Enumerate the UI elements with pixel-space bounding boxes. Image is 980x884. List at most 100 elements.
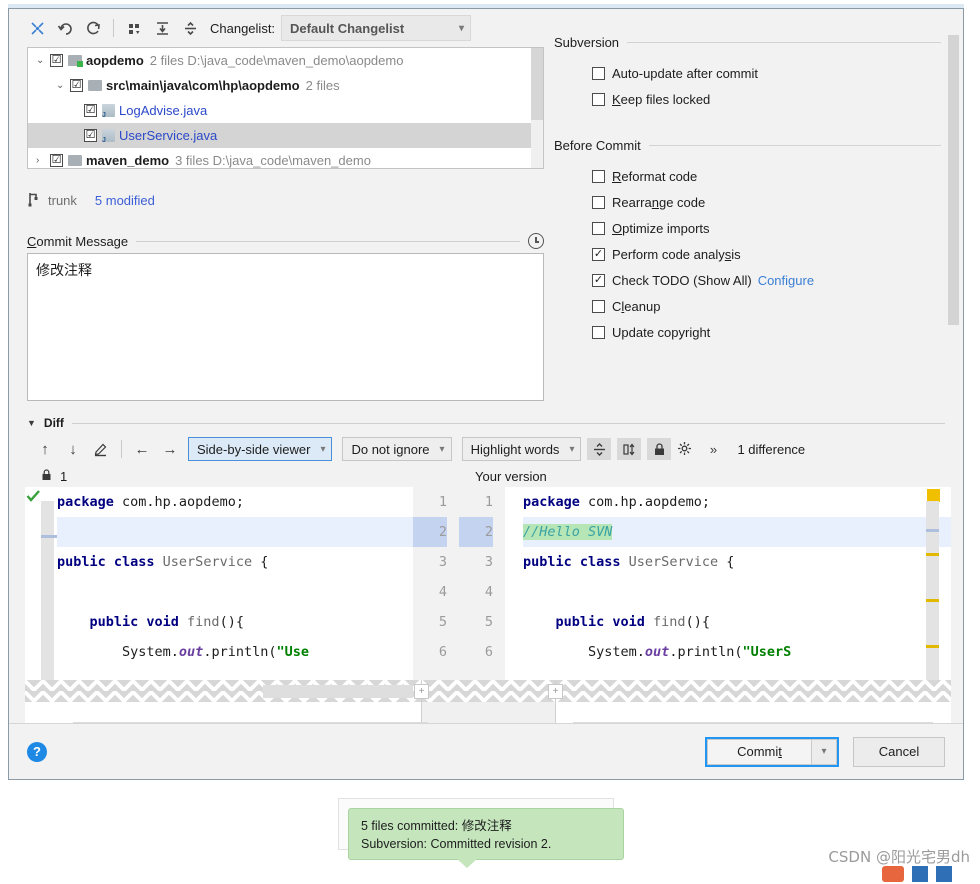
commit-notification[interactable]: 5 files committed: 修改注释 Subversion: Comm… [348,808,624,868]
option-rearrange-code[interactable]: Rearrange code [554,189,941,215]
divider [627,42,941,43]
option-label: Rearrange code [612,194,706,210]
diff-left-linenumbers: 1 2 3 4 5 6 [413,487,459,680]
diff-section-header[interactable]: ▼ Diff [9,409,963,433]
option-update-copyright[interactable]: Update copyright [554,319,941,345]
modified-count[interactable]: 5 modified [95,193,155,208]
collapse-unchanged-icon[interactable] [587,438,612,460]
changelist-select[interactable]: Default Changelist ▾ [281,15,472,41]
next-difference-icon[interactable]: ↓ [59,437,87,461]
viewer-mode-select[interactable]: Side-by-side viewer ▾ [188,437,333,461]
code-line: public void find(){ [57,614,244,630]
diff-change-marker [926,599,939,602]
changed-files-tree[interactable]: ⌄ ☑ aopdemo 2 files D:\java_code\maven_d… [27,47,544,169]
option-optimize-imports[interactable]: Optimize imports [554,215,941,241]
changelist-label: Changelist: [210,21,275,36]
viewer-mode-value: Side-by-side viewer [197,441,311,457]
diff-left-pane[interactable]: package com.hp.aopdemo; public class Use… [25,487,413,680]
diff-left-code: package com.hp.aopdemo; public class Use… [57,487,413,667]
expand-collapse-icon[interactable] [23,15,51,41]
tree-item-name: src\main\java\com\hp\aopdemo [106,78,300,93]
java-file-icon [102,129,115,144]
options-scrollbar-thumb[interactable] [948,35,959,325]
diff-change-marker [926,553,939,556]
line-number: 1 [484,494,493,510]
diff-toolbar: ↑ ↓ ← → Side-by-side viewer ▾ Do not ign… [9,433,963,465]
commit-button-group[interactable]: Commi t ▾ [705,736,839,767]
checkbox[interactable]: ✓ [592,273,605,287]
chevron-down-icon[interactable]: ▼ [27,418,36,428]
clock-icon[interactable] [528,233,544,249]
options-scrollbar[interactable] [948,27,959,387]
line-number: 2 [413,517,447,547]
checkbox[interactable] [592,169,605,183]
tree-twisty-icon[interactable]: › [36,155,50,166]
notification-line-1: 5 files committed: 修改注释 [361,819,512,833]
tree-scrollbar[interactable] [531,48,543,168]
highlight-select[interactable]: Highlight words ▾ [461,437,582,461]
settings-gear-icon[interactable] [671,437,699,461]
expand-fold-button[interactable]: + [414,684,429,699]
diff-right-scrollbar[interactable] [926,501,939,680]
chevron-down-icon: ▾ [569,443,575,455]
tree-row[interactable]: ⌄ ☑ aopdemo 2 files D:\java_code\maven_d… [28,48,543,73]
divider [648,145,941,146]
option-keep-files-locked[interactable]: Keep files locked [554,86,941,112]
checkbox[interactable]: ✓ [592,247,605,261]
previous-difference-icon[interactable]: ↑ [31,437,59,461]
diff-right-pane[interactable]: package com.hp.aopdemo; //Hello SVN publ… [505,487,951,680]
folder-icon [68,55,83,67]
tree-checkbox[interactable]: ☑ [84,104,97,117]
tree-checkbox[interactable]: ☑ [70,79,83,92]
checkbox[interactable] [592,195,605,209]
commit-dropdown-button[interactable]: ▾ [811,738,837,765]
option-auto-update-after-commit[interactable]: Auto-update after commit [554,60,941,86]
accept-left-icon[interactable]: ← [128,437,156,461]
before-commit-group-header: Before Commit [554,138,941,153]
refresh-icon[interactable] [79,15,107,41]
tree-checkbox[interactable]: ☑ [50,54,63,67]
checkbox[interactable] [592,221,605,235]
expand-all-icon[interactable] [148,15,176,41]
help-icon[interactable]: ? [27,741,47,762]
checkbox[interactable] [592,299,605,313]
line-number: 5 [438,614,447,630]
option-check-todo[interactable]: ✓ Check TODO (Show All) Configure [554,267,941,293]
group-by-icon[interactable] [120,15,148,41]
tree-scrollbar-thumb[interactable] [531,48,543,120]
more-actions-icon[interactable]: » [699,437,727,461]
commit-message-input[interactable]: 修改注释 [27,253,544,401]
checkbox[interactable] [592,66,605,80]
chevron-down-icon: ▾ [459,22,465,34]
tree-twisty-icon[interactable]: ⌄ [36,55,50,66]
configure-link[interactable]: Configure [758,273,814,288]
tree-row[interactable]: › ☑ maven_demo 3 files D:\java_code\mave… [28,148,543,168]
tree-twisty-icon[interactable]: ⌄ [56,80,70,91]
checkbox[interactable] [592,325,605,339]
tree-row[interactable]: ⌄ ☑ src\main\java\com\hp\aopdemo 2 files [28,73,543,98]
option-perform-code-analysis[interactable]: ✓ Perform code analysis [554,241,941,267]
checkbox[interactable] [592,92,605,106]
commit-button[interactable]: Commi t [707,738,811,765]
line-number: 1 [438,494,447,510]
accept-right-icon[interactable]: → [156,437,184,461]
tree-checkbox[interactable]: ☑ [50,154,63,167]
group-title: Before Commit [554,138,641,153]
revert-icon[interactable] [51,15,79,41]
branch-name: trunk [48,193,77,208]
option-cleanup[interactable]: Cleanup [554,293,941,319]
tree-row[interactable]: ☑ UserService.java [28,123,543,148]
option-reformat-code[interactable]: Reformat code [554,163,941,189]
edit-source-icon[interactable] [87,437,115,461]
whitespace-select[interactable]: Do not ignore ▾ [342,437,452,461]
align-panes-icon[interactable] [617,438,642,460]
tree-checkbox[interactable]: ☑ [84,129,97,142]
commit-changes-dialog: Changelist: Default Changelist ▾ ⌄ ☑ aop… [8,8,964,780]
diff-left-scrollbar[interactable] [41,501,54,680]
collapse-all-icon[interactable] [176,15,204,41]
lock-readonly-icon[interactable] [647,438,672,460]
tree-row[interactable]: ☑ LogAdvise.java [28,98,543,123]
expand-fold-button[interactable]: + [548,684,563,699]
commit-message-header: Commit Message [27,233,544,249]
cancel-button[interactable]: Cancel [853,736,945,767]
